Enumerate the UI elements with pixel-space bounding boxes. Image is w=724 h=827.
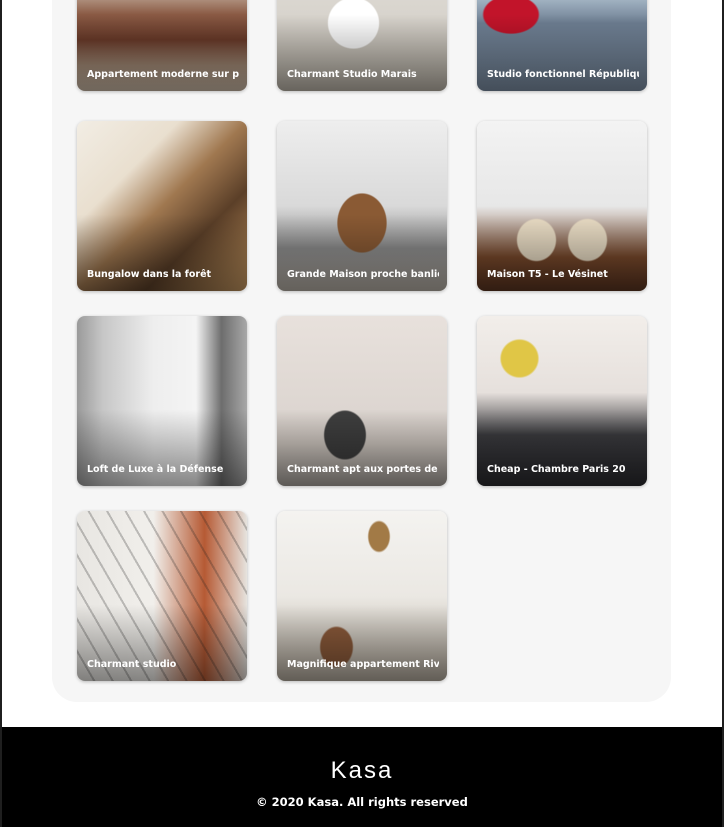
listing-card[interactable]: Maison T5 - Le Vésinet <box>477 121 647 291</box>
listing-card[interactable]: Charmant apt aux portes de Paris <box>277 316 447 486</box>
listing-title: Maison T5 - Le Vésinet <box>487 269 608 280</box>
listing-title: Cheap - Chambre Paris 20 <box>487 464 626 475</box>
listing-card[interactable]: Magnifique appartement Rivoli <box>277 511 447 681</box>
listing-title: Appartement moderne sur parc <box>87 69 239 80</box>
listing-title: Loft de Luxe à la Défense <box>87 464 224 475</box>
listing-title: Studio fonctionnel République <box>487 69 639 80</box>
kasa-logo-text: Kasa <box>331 757 394 784</box>
listing-card[interactable]: Cheap - Chambre Paris 20 <box>477 316 647 486</box>
site-footer: Kasa © 2020 Kasa. All rights reserved <box>2 727 722 827</box>
window-border-left <box>0 0 2 827</box>
kasa-logo-icon: Kasa <box>331 757 394 784</box>
listing-card[interactable]: Studio fonctionnel République <box>477 0 647 91</box>
listing-title: Grande Maison proche banlieue <box>287 269 439 280</box>
footer-copyright: © 2020 Kasa. All rights reserved <box>256 795 468 809</box>
listings-gallery: Appartement moderne sur parc Charmant St… <box>52 0 671 702</box>
listing-title: Bungalow dans la forêt <box>87 269 212 280</box>
listing-title: Magnifique appartement Rivoli <box>287 659 439 670</box>
listing-card[interactable]: Bungalow dans la forêt <box>77 121 247 291</box>
listing-card[interactable]: Grande Maison proche banlieue <box>277 121 447 291</box>
listing-card[interactable]: Loft de Luxe à la Défense <box>77 316 247 486</box>
listing-card[interactable]: Charmant Studio Marais <box>277 0 447 91</box>
listing-card[interactable]: Charmant studio <box>77 511 247 681</box>
listing-title: Charmant Studio Marais <box>287 69 417 80</box>
listing-card[interactable]: Appartement moderne sur parc <box>77 0 247 91</box>
listing-title: Charmant apt aux portes de Paris <box>287 464 439 475</box>
listing-title: Charmant studio <box>87 659 177 670</box>
kasa-logo: Kasa <box>2 755 722 785</box>
